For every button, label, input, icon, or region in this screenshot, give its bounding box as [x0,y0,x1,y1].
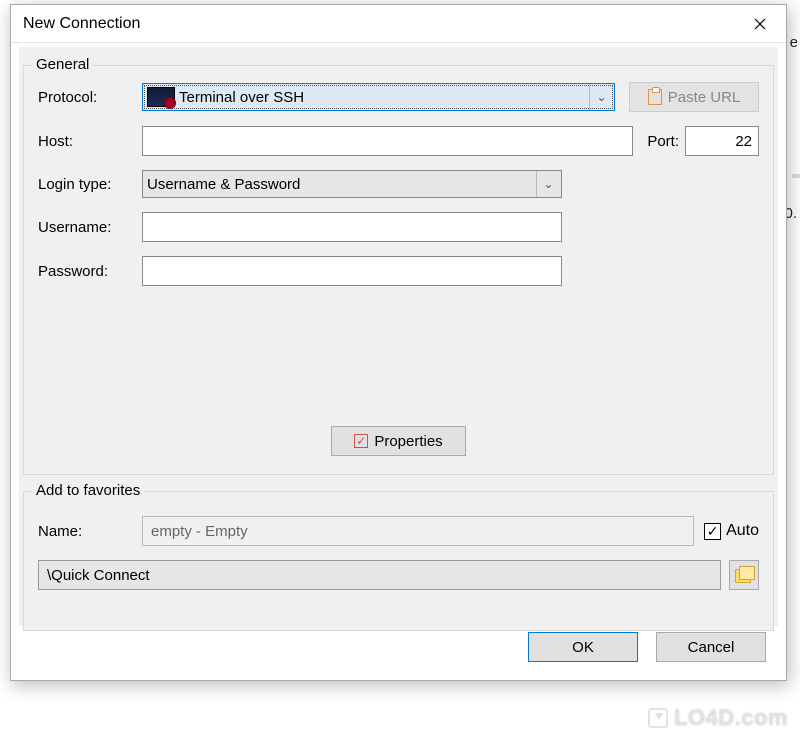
port-input[interactable] [685,126,759,156]
properties-label: Properties [374,433,442,450]
download-icon [648,708,668,728]
auto-checkbox[interactable]: ✓ Auto [704,522,759,540]
paste-url-button[interactable]: Paste URL [629,82,759,112]
port-label: Port: [647,133,679,150]
watermark: LO4D.com [648,705,788,731]
folder-icon [735,567,753,583]
chevron-down-icon: ⌄ [536,171,560,197]
ok-button[interactable]: OK [528,632,638,662]
properties-button[interactable]: ✓ Properties [331,426,465,456]
close-button[interactable] [738,9,782,39]
dialog-button-row: OK Cancel [528,632,766,662]
dialog-client-area: General Protocol: Terminal over SSH ⌄ Pa… [19,47,778,672]
ok-label: OK [572,639,594,656]
favorite-name-row: Name: ✓ Auto [38,516,759,546]
favorite-name-label: Name: [38,523,142,540]
browse-folder-button[interactable] [729,560,759,590]
host-label: Host: [38,133,142,150]
username-row: Username: [38,212,759,242]
terminal-icon [147,87,175,107]
username-label: Username: [38,219,142,236]
protocol-row: Protocol: Terminal over SSH ⌄ Paste URL [38,82,759,112]
general-legend: General [32,56,93,73]
login-type-label: Login type: [38,176,142,193]
protocol-select[interactable]: Terminal over SSH ⌄ [142,83,615,111]
favorites-legend: Add to favorites [32,482,144,499]
favorite-name-input[interactable] [142,516,694,546]
protocol-label: Protocol: [38,89,142,106]
favorite-path-input[interactable] [38,560,721,590]
login-type-row: Login type: Username & Password ⌄ [38,170,759,198]
chevron-down-icon: ⌄ [589,84,613,110]
password-row: Password: [38,256,759,286]
login-type-value: Username & Password [147,176,300,193]
general-group: General Protocol: Terminal over SSH ⌄ Pa… [23,65,774,475]
cancel-label: Cancel [688,639,735,656]
dialog-title: New Connection [23,15,738,33]
close-icon [754,18,766,30]
favorites-group: Add to favorites Name: ✓ Auto [23,491,774,631]
host-row: Host: Port: [38,126,759,156]
watermark-text: LO4D.com [674,705,788,731]
check-icon: ✓ [354,434,368,448]
host-input[interactable] [142,126,633,156]
password-label: Password: [38,263,142,280]
new-connection-dialog: New Connection General Protocol: Termina… [10,4,787,681]
title-bar[interactable]: New Connection [11,5,786,43]
favorite-path-row [38,560,759,590]
password-input[interactable] [142,256,562,286]
auto-label: Auto [726,522,759,540]
protocol-value: Terminal over SSH [179,89,304,106]
cancel-button[interactable]: Cancel [656,632,766,662]
clipboard-icon [648,89,662,105]
paste-url-label: Paste URL [668,89,741,106]
checkbox-icon: ✓ [704,523,721,540]
username-input[interactable] [142,212,562,242]
login-type-select[interactable]: Username & Password ⌄ [142,170,562,198]
